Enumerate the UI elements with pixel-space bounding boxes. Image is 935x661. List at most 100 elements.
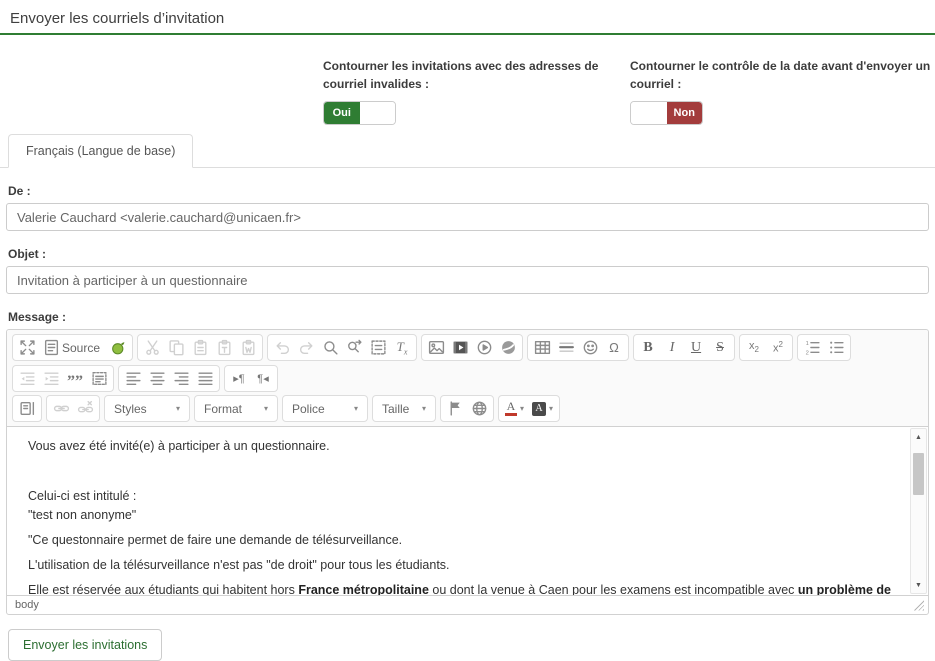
toggle-off-segment[interactable]: Non: [667, 102, 703, 124]
undo-icon[interactable]: [270, 336, 294, 360]
unlink-icon[interactable]: [73, 397, 97, 421]
police-dropdown[interactable]: Police▾: [282, 395, 368, 422]
flash-icon[interactable]: [496, 336, 520, 360]
copy-icon[interactable]: [164, 336, 188, 360]
align-justify-icon[interactable]: [193, 367, 217, 391]
toggle-settings: Contourner les invitations avec des adre…: [0, 57, 935, 125]
toggle-on-segment[interactable]: [631, 102, 667, 124]
source-icon[interactable]: Source: [39, 336, 106, 360]
message-editor: SourceTxΩBIUSx2x212””▸¶¶◂Styles▾Format▾P…: [6, 329, 929, 615]
video-icon[interactable]: [448, 336, 472, 360]
page-header: Envoyer les courriels d’invitation: [0, 0, 935, 35]
taille-dropdown[interactable]: Taille▾: [372, 395, 436, 422]
message-paragraph: Celui-ci est intitulé :"test non anonyme…: [28, 487, 898, 525]
toolbar-group: [12, 395, 42, 422]
numbered-list-icon[interactable]: 12: [800, 336, 824, 360]
outdent-icon[interactable]: [15, 367, 39, 391]
message-label: Message :: [8, 310, 927, 324]
bold-icon[interactable]: B: [636, 336, 660, 360]
toggle-invalid-email: Contourner les invitations avec des adre…: [323, 57, 601, 125]
from-input[interactable]: [6, 203, 929, 231]
chevron-down-icon: ▾: [422, 404, 426, 413]
message-paragraph: Elle est réservée aux étudiants qui habi…: [28, 581, 898, 595]
image-icon[interactable]: [424, 336, 448, 360]
message-paragraph: L'utilisation de la télésurveillance n'e…: [28, 556, 898, 575]
toolbar-group: ””: [12, 365, 114, 392]
horizontal-rule-icon[interactable]: [554, 336, 578, 360]
svg-text:2: 2: [805, 350, 808, 356]
scroll-down-icon[interactable]: ▼: [911, 578, 926, 592]
link-icon[interactable]: [49, 397, 73, 421]
chevron-down-icon: ▾: [264, 404, 268, 413]
message-paragraph: Vous avez été invité(e) à participer à u…: [28, 437, 898, 456]
text-color-icon[interactable]: A▾: [501, 397, 528, 421]
paste-icon[interactable]: [188, 336, 212, 360]
special-char-icon[interactable]: Ω: [602, 336, 626, 360]
toggle-off-segment[interactable]: [360, 102, 396, 124]
toolbar-group: x2x2: [739, 334, 793, 361]
underline-icon[interactable]: U: [684, 336, 708, 360]
smiley-icon[interactable]: [578, 336, 602, 360]
table-icon[interactable]: [530, 336, 554, 360]
subscript-icon[interactable]: x2: [742, 336, 766, 360]
div-container-icon[interactable]: [87, 367, 111, 391]
toggle-on-segment[interactable]: Oui: [324, 102, 360, 124]
toolbar-group: [137, 334, 263, 361]
lime-replacement-icon[interactable]: [106, 336, 130, 360]
scroll-up-icon[interactable]: ▲: [911, 430, 926, 444]
styles-dropdown[interactable]: Styles▾: [104, 395, 190, 422]
maximize-icon[interactable]: [15, 336, 39, 360]
toggle-date-control-label: Contourner le contrôle de la date avant …: [630, 57, 935, 93]
align-left-icon[interactable]: [121, 367, 145, 391]
format-dropdown[interactable]: Format▾: [194, 395, 278, 422]
indent-icon[interactable]: [39, 367, 63, 391]
toggle-date-control: Contourner le contrôle de la date avant …: [630, 57, 935, 125]
blockquote-icon[interactable]: ””: [63, 367, 87, 391]
ltr-icon[interactable]: ▸¶: [227, 367, 251, 391]
language-tabs: Français (Langue de base): [0, 133, 935, 168]
subject-input[interactable]: [6, 266, 929, 294]
strikethrough-icon[interactable]: S: [708, 336, 732, 360]
show-blocks-icon[interactable]: [15, 397, 39, 421]
subject-label: Objet :: [8, 247, 927, 261]
page-title: Envoyer les courriels d’invitation: [10, 10, 925, 27]
toggle-invalid-email-switch[interactable]: Oui: [323, 101, 396, 125]
chevron-down-icon: ▾: [176, 404, 180, 413]
toolbar-group: Ω: [527, 334, 629, 361]
redo-icon[interactable]: [294, 336, 318, 360]
find-icon[interactable]: [318, 336, 342, 360]
toolbar-group: [46, 395, 100, 422]
element-path: body: [15, 599, 39, 611]
resize-handle-icon[interactable]: [913, 600, 924, 611]
align-center-icon[interactable]: [145, 367, 169, 391]
rtl-icon[interactable]: ¶◂: [251, 367, 275, 391]
remove-format-icon[interactable]: Tx: [390, 336, 414, 360]
background-color-icon[interactable]: A▾: [528, 397, 557, 421]
editor-scrollbar[interactable]: ▲ ▼: [910, 428, 927, 594]
editor-toolbar: SourceTxΩBIUSx2x212””▸¶¶◂Styles▾Format▾P…: [7, 330, 928, 427]
italic-icon[interactable]: I: [660, 336, 684, 360]
cut-icon[interactable]: [140, 336, 164, 360]
anchor-icon[interactable]: [443, 397, 467, 421]
media-play-icon[interactable]: [472, 336, 496, 360]
message-paragraph: [28, 462, 898, 481]
message-body[interactable]: Vous avez été invité(e) à participer à u…: [7, 427, 908, 595]
bullet-list-icon[interactable]: [824, 336, 848, 360]
paste-text-icon[interactable]: [212, 336, 236, 360]
message-paragraph: "Ce questonnaire permet de faire une dem…: [28, 531, 898, 550]
toolbar-group: Source: [12, 334, 133, 361]
replace-icon[interactable]: [342, 336, 366, 360]
align-right-icon[interactable]: [169, 367, 193, 391]
tab-francais-langue-de-base[interactable]: Français (Langue de base): [8, 134, 193, 168]
toggle-date-control-switch[interactable]: Non: [630, 101, 703, 125]
toolbar-group: A▾A▾: [498, 395, 560, 422]
select-all-icon[interactable]: [366, 336, 390, 360]
superscript-icon[interactable]: x2: [766, 336, 790, 360]
svg-text:1: 1: [805, 341, 808, 347]
toolbar-group: [421, 334, 523, 361]
scrollbar-thumb[interactable]: [913, 453, 924, 495]
toolbar-group: [118, 365, 220, 392]
send-invitations-button[interactable]: Envoyer les invitations: [8, 629, 162, 661]
paste-word-icon[interactable]: [236, 336, 260, 360]
globe-icon[interactable]: [467, 397, 491, 421]
